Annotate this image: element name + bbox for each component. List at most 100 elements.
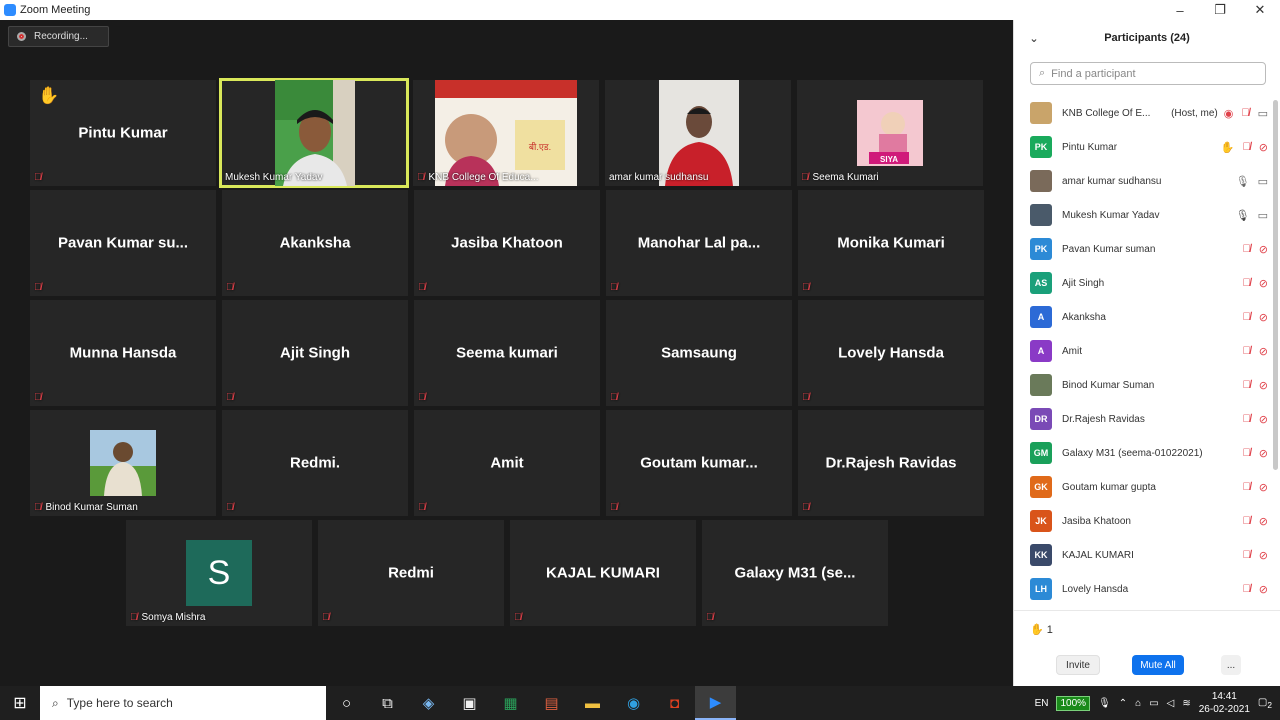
network-icon[interactable]: ⌂	[1135, 698, 1141, 709]
mic-muted-icon[interactable]: 🎙̸	[1243, 243, 1251, 255]
video-tile[interactable]: SIYA 🎙̸ Seema Kumari	[797, 80, 983, 186]
participant-row[interactable]: GM Galaxy M31 (seema-01022021) 🎙̸ ⊘	[1014, 436, 1272, 470]
store-icon[interactable]: ▣	[449, 694, 490, 712]
chevron-up-icon[interactable]: ⌃	[1119, 698, 1127, 709]
mic-icon[interactable]: 🎙	[1236, 175, 1250, 188]
camera-icon[interactable]: ▭	[1258, 175, 1268, 188]
participant-row[interactable]: PK Pintu Kumar ✋ 🎙̸ ⊘	[1014, 130, 1272, 164]
camera-off-icon[interactable]: ⊘	[1259, 481, 1268, 494]
participant-list[interactable]: KNB College Of E... (Host, me) ◉ 🎙̸ ▭ PK Pintu…	[1014, 96, 1272, 610]
microphone-tray-icon[interactable]: 🎙	[1098, 698, 1111, 709]
excel-icon[interactable]: ▦	[490, 694, 531, 712]
recording-indicator[interactable]: Recording...	[8, 26, 109, 47]
camera-off-icon[interactable]: ⊘	[1259, 413, 1268, 426]
office-icon[interactable]: ◘	[654, 695, 695, 712]
mute-all-button[interactable]: Mute All	[1132, 655, 1184, 675]
mic-active-icon[interactable]: 🎙	[1236, 209, 1250, 222]
video-tile[interactable]: Goutam kumar... 🎙̸	[606, 410, 792, 516]
battery-icon[interactable]: ▭	[1149, 698, 1158, 709]
mic-muted-icon[interactable]: 🎙̸	[1241, 107, 1249, 119]
mic-muted-icon[interactable]: 🎙̸	[1243, 141, 1251, 153]
task-view-icon[interactable]: ⧉	[367, 695, 408, 712]
participant-row[interactable]: AS Ajit Singh 🎙̸ ⊘	[1014, 266, 1272, 300]
participant-row[interactable]: Mukesh Kumar Yadav 🎙 ▭	[1014, 198, 1272, 232]
document-app-icon[interactable]: ▤	[531, 694, 572, 712]
participant-row[interactable]: KK KAJAL KUMARI 🎙̸ ⊘	[1014, 538, 1272, 572]
participant-row[interactable]: LH Lovely Hansda 🎙̸ ⊘	[1014, 572, 1272, 606]
camera-off-icon[interactable]: ⊘	[1259, 549, 1268, 562]
video-tile[interactable]: ✋ Pintu Kumar 🎙̸	[30, 80, 216, 186]
zoom-taskbar-icon[interactable]: ▶	[695, 686, 736, 720]
video-tile[interactable]: S 🎙̸ Somya Mishra	[126, 520, 312, 626]
video-tile[interactable]: Dr.Rajesh Ravidas 🎙̸	[798, 410, 984, 516]
video-tile[interactable]: Galaxy M31 (se... 🎙̸	[702, 520, 888, 626]
video-tile[interactable]: Ajit Singh 🎙̸	[222, 300, 408, 406]
camera-off-icon[interactable]: ⊘	[1259, 447, 1268, 460]
close-button[interactable]: ✕	[1240, 2, 1280, 18]
participant-row[interactable]: A Amit 🎙̸ ⊘	[1014, 334, 1272, 368]
video-tile[interactable]: बी.एड. 🎙̸ KNB College Of Educa...	[413, 80, 599, 186]
participant-row[interactable]: GK Goutam kumar gupta 🎙̸ ⊘	[1014, 470, 1272, 504]
video-tile[interactable]: Samsaung 🎙̸	[606, 300, 792, 406]
participant-row[interactable]: amar kumar sudhansu 🎙 ▭	[1014, 164, 1272, 198]
participant-row[interactable]: A Akanksha 🎙̸ ⊘	[1014, 300, 1272, 334]
video-tile[interactable]: KAJAL KUMARI 🎙̸	[510, 520, 696, 626]
camera-icon[interactable]: ▭	[1258, 107, 1268, 120]
camera-icon[interactable]: ▭	[1258, 209, 1268, 222]
cortana-icon[interactable]: ○	[326, 695, 367, 712]
video-tile[interactable]: amar kumar sudhansu	[605, 80, 791, 186]
participant-list-scrollbar[interactable]	[1273, 100, 1278, 470]
camera-off-icon[interactable]: ⊘	[1259, 243, 1268, 256]
video-tile-active-speaker[interactable]: Mukesh Kumar Yadav	[219, 78, 409, 188]
mic-muted-icon[interactable]: 🎙̸	[1243, 413, 1251, 425]
participant-search-input[interactable]: ⌕ Find a participant	[1030, 62, 1266, 85]
video-tile[interactable]: Lovely Hansda 🎙̸	[798, 300, 984, 406]
mic-muted-icon[interactable]: 🎙̸	[1243, 345, 1251, 357]
mic-muted-icon[interactable]: 🎙̸	[1243, 481, 1251, 493]
participant-row[interactable]: Binod Kumar Suman 🎙̸ ⊘	[1014, 368, 1272, 402]
language-indicator[interactable]: EN	[1035, 698, 1049, 709]
video-tile[interactable]: Monika Kumari 🎙̸	[798, 190, 984, 296]
more-options-button[interactable]: ...	[1221, 655, 1241, 675]
app-icon[interactable]: ◈	[408, 694, 449, 712]
participant-row[interactable]: PK Pavan Kumar suman 🎙̸ ⊘	[1014, 232, 1272, 266]
notifications-icon[interactable]: ▢2	[1258, 697, 1272, 710]
edge-icon[interactable]: ◉	[613, 694, 654, 712]
file-explorer-icon[interactable]: ▬	[572, 695, 613, 712]
camera-off-icon[interactable]: ⊘	[1259, 277, 1268, 290]
camera-off-icon[interactable]: ⊘	[1259, 583, 1268, 596]
video-tile[interactable]: Seema kumari 🎙̸	[414, 300, 600, 406]
camera-off-icon[interactable]: ⊘	[1259, 141, 1268, 154]
volume-icon[interactable]: ◁	[1167, 698, 1175, 709]
mic-muted-icon[interactable]: 🎙̸	[1243, 583, 1251, 595]
camera-off-icon[interactable]: ⊘	[1259, 345, 1268, 358]
video-tile[interactable]: Manohar Lal pa... 🎙̸	[606, 190, 792, 296]
taskbar-search-box[interactable]: ⌕ Type here to search	[40, 686, 326, 720]
windows-start-icon[interactable]: ⊞	[0, 693, 40, 713]
participant-row[interactable]: KNB College Of E... (Host, me) ◉ 🎙̸ ▭	[1014, 96, 1272, 130]
video-tile[interactable]: Amit 🎙̸	[414, 410, 600, 516]
video-tile[interactable]: 🎙̸ Binod Kumar Suman	[30, 410, 216, 516]
video-tile[interactable]: Redmi. 🎙̸	[222, 410, 408, 516]
mic-muted-icon[interactable]: 🎙̸	[1243, 447, 1251, 459]
video-tile[interactable]: Redmi 🎙̸	[318, 520, 504, 626]
video-tile[interactable]: Jasiba Khatoon 🎙̸	[414, 190, 600, 296]
video-tile[interactable]: Akanksha 🎙̸	[222, 190, 408, 296]
battery-percent[interactable]: 100%	[1056, 695, 1091, 711]
camera-off-icon[interactable]: ⊘	[1259, 515, 1268, 528]
collapse-panel-chevron-icon[interactable]: ⌄	[1014, 32, 1054, 45]
mic-muted-icon[interactable]: 🎙̸	[1243, 311, 1251, 323]
camera-off-icon[interactable]: ⊘	[1259, 311, 1268, 324]
wifi-icon[interactable]: ≋	[1182, 698, 1190, 709]
mic-muted-icon[interactable]: 🎙̸	[1243, 379, 1251, 391]
mic-muted-icon[interactable]: 🎙̸	[1243, 549, 1251, 561]
participant-row[interactable]: JK Jasiba Khatoon 🎙̸ ⊘	[1014, 504, 1272, 538]
camera-off-icon[interactable]: ⊘	[1259, 379, 1268, 392]
system-clock[interactable]: 14:41 26-02-2021	[1199, 690, 1250, 716]
invite-button[interactable]: Invite	[1056, 655, 1100, 675]
mic-muted-icon[interactable]: 🎙̸	[1243, 277, 1251, 289]
video-tile[interactable]: Munna Hansda 🎙̸	[30, 300, 216, 406]
maximize-button[interactable]: ❐	[1200, 2, 1240, 18]
mic-muted-icon[interactable]: 🎙̸	[1243, 515, 1251, 527]
participant-row[interactable]: DR Dr.Rajesh Ravidas 🎙̸ ⊘	[1014, 402, 1272, 436]
